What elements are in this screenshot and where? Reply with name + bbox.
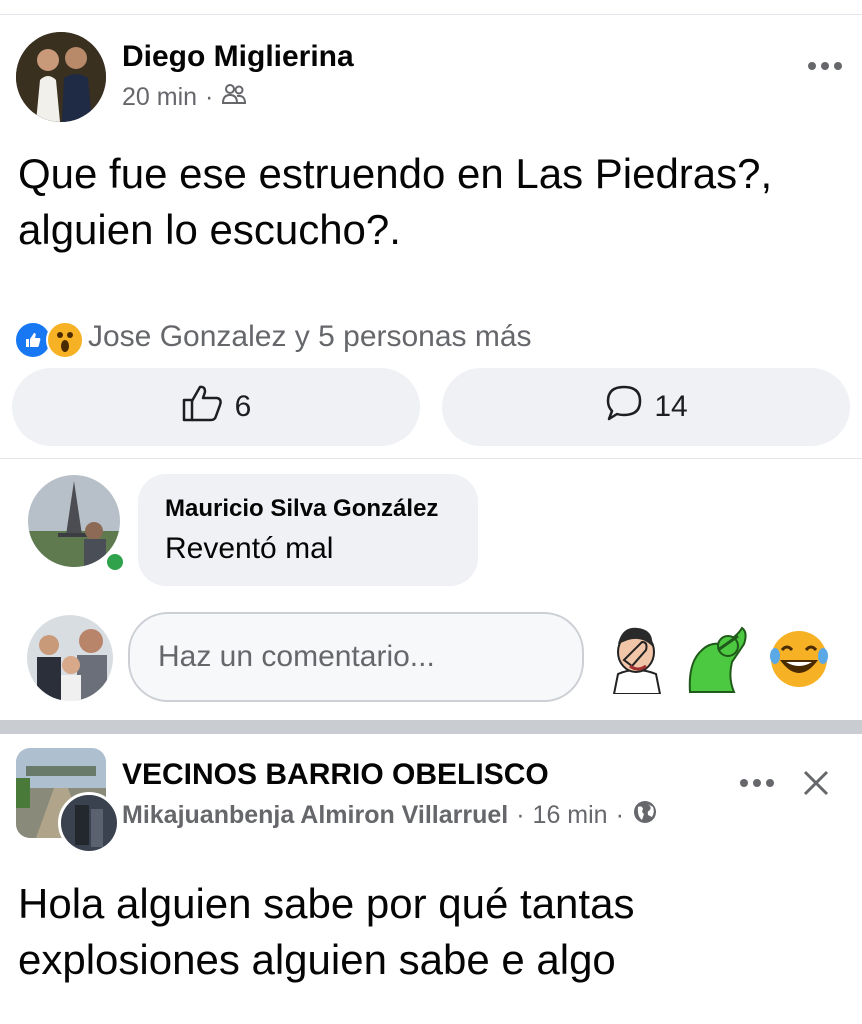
globe-icon [632,799,658,832]
comment-text: Reventó mal [165,532,334,565]
meta-separator: · [516,801,525,829]
post-text: Que fue ese estruendo en Las Piedras?, a… [18,150,773,253]
comment-count: 14 [654,390,688,423]
post2-text: Hola alguien sabe por qué tantas explosi… [18,880,635,983]
author-avatar[interactable] [16,32,106,122]
post2-time[interactable]: 16 min [533,801,608,830]
more-options-icon[interactable] [740,779,774,787]
facepalm-sticker-icon[interactable] [602,622,672,695]
close-icon[interactable] [800,767,832,799]
post-separator [0,720,862,734]
laughing-emoji-icon[interactable] [768,628,830,690]
comment-input-placeholder: Haz un comentario... [158,640,435,673]
reactions-summary[interactable]: Jose Gonzalez y 5 personas más [88,320,532,354]
online-status-dot [103,550,127,574]
comment-input[interactable]: Haz un comentario... [128,612,584,702]
meta-separator: · [615,801,624,829]
top-divider [0,14,862,15]
my-avatar[interactable] [27,615,113,701]
comment-button[interactable]: 14 [442,368,850,446]
friends-icon [221,81,247,114]
green-character-sticker-icon[interactable] [684,622,750,694]
section-divider [0,458,862,459]
like-count: 6 [234,390,252,423]
post-meta: 20 min · [122,81,247,114]
member-avatar[interactable] [58,792,120,854]
post-time[interactable]: 20 min [122,83,197,112]
meta-separator: · [205,83,214,111]
speech-bubble-icon [604,383,644,431]
post-author-name[interactable]: Diego Miglierina [122,40,354,74]
comment-author[interactable]: Mauricio Silva González [165,495,438,523]
post2-meta: Mikajuanbenja Almiron Villarruel · 16 mi… [122,799,658,832]
more-options-icon[interactable] [808,62,842,70]
wow-reaction-icon [46,321,84,359]
like-button[interactable]: 6 [12,368,420,446]
comment-bubble: Mauricio Silva González Reventó mal [138,474,478,586]
group-name[interactable]: VECINOS BARRIO OBELISCO [122,758,549,792]
post2-author[interactable]: Mikajuanbenja Almiron Villarruel [122,801,508,830]
thumbs-up-icon [181,383,225,431]
